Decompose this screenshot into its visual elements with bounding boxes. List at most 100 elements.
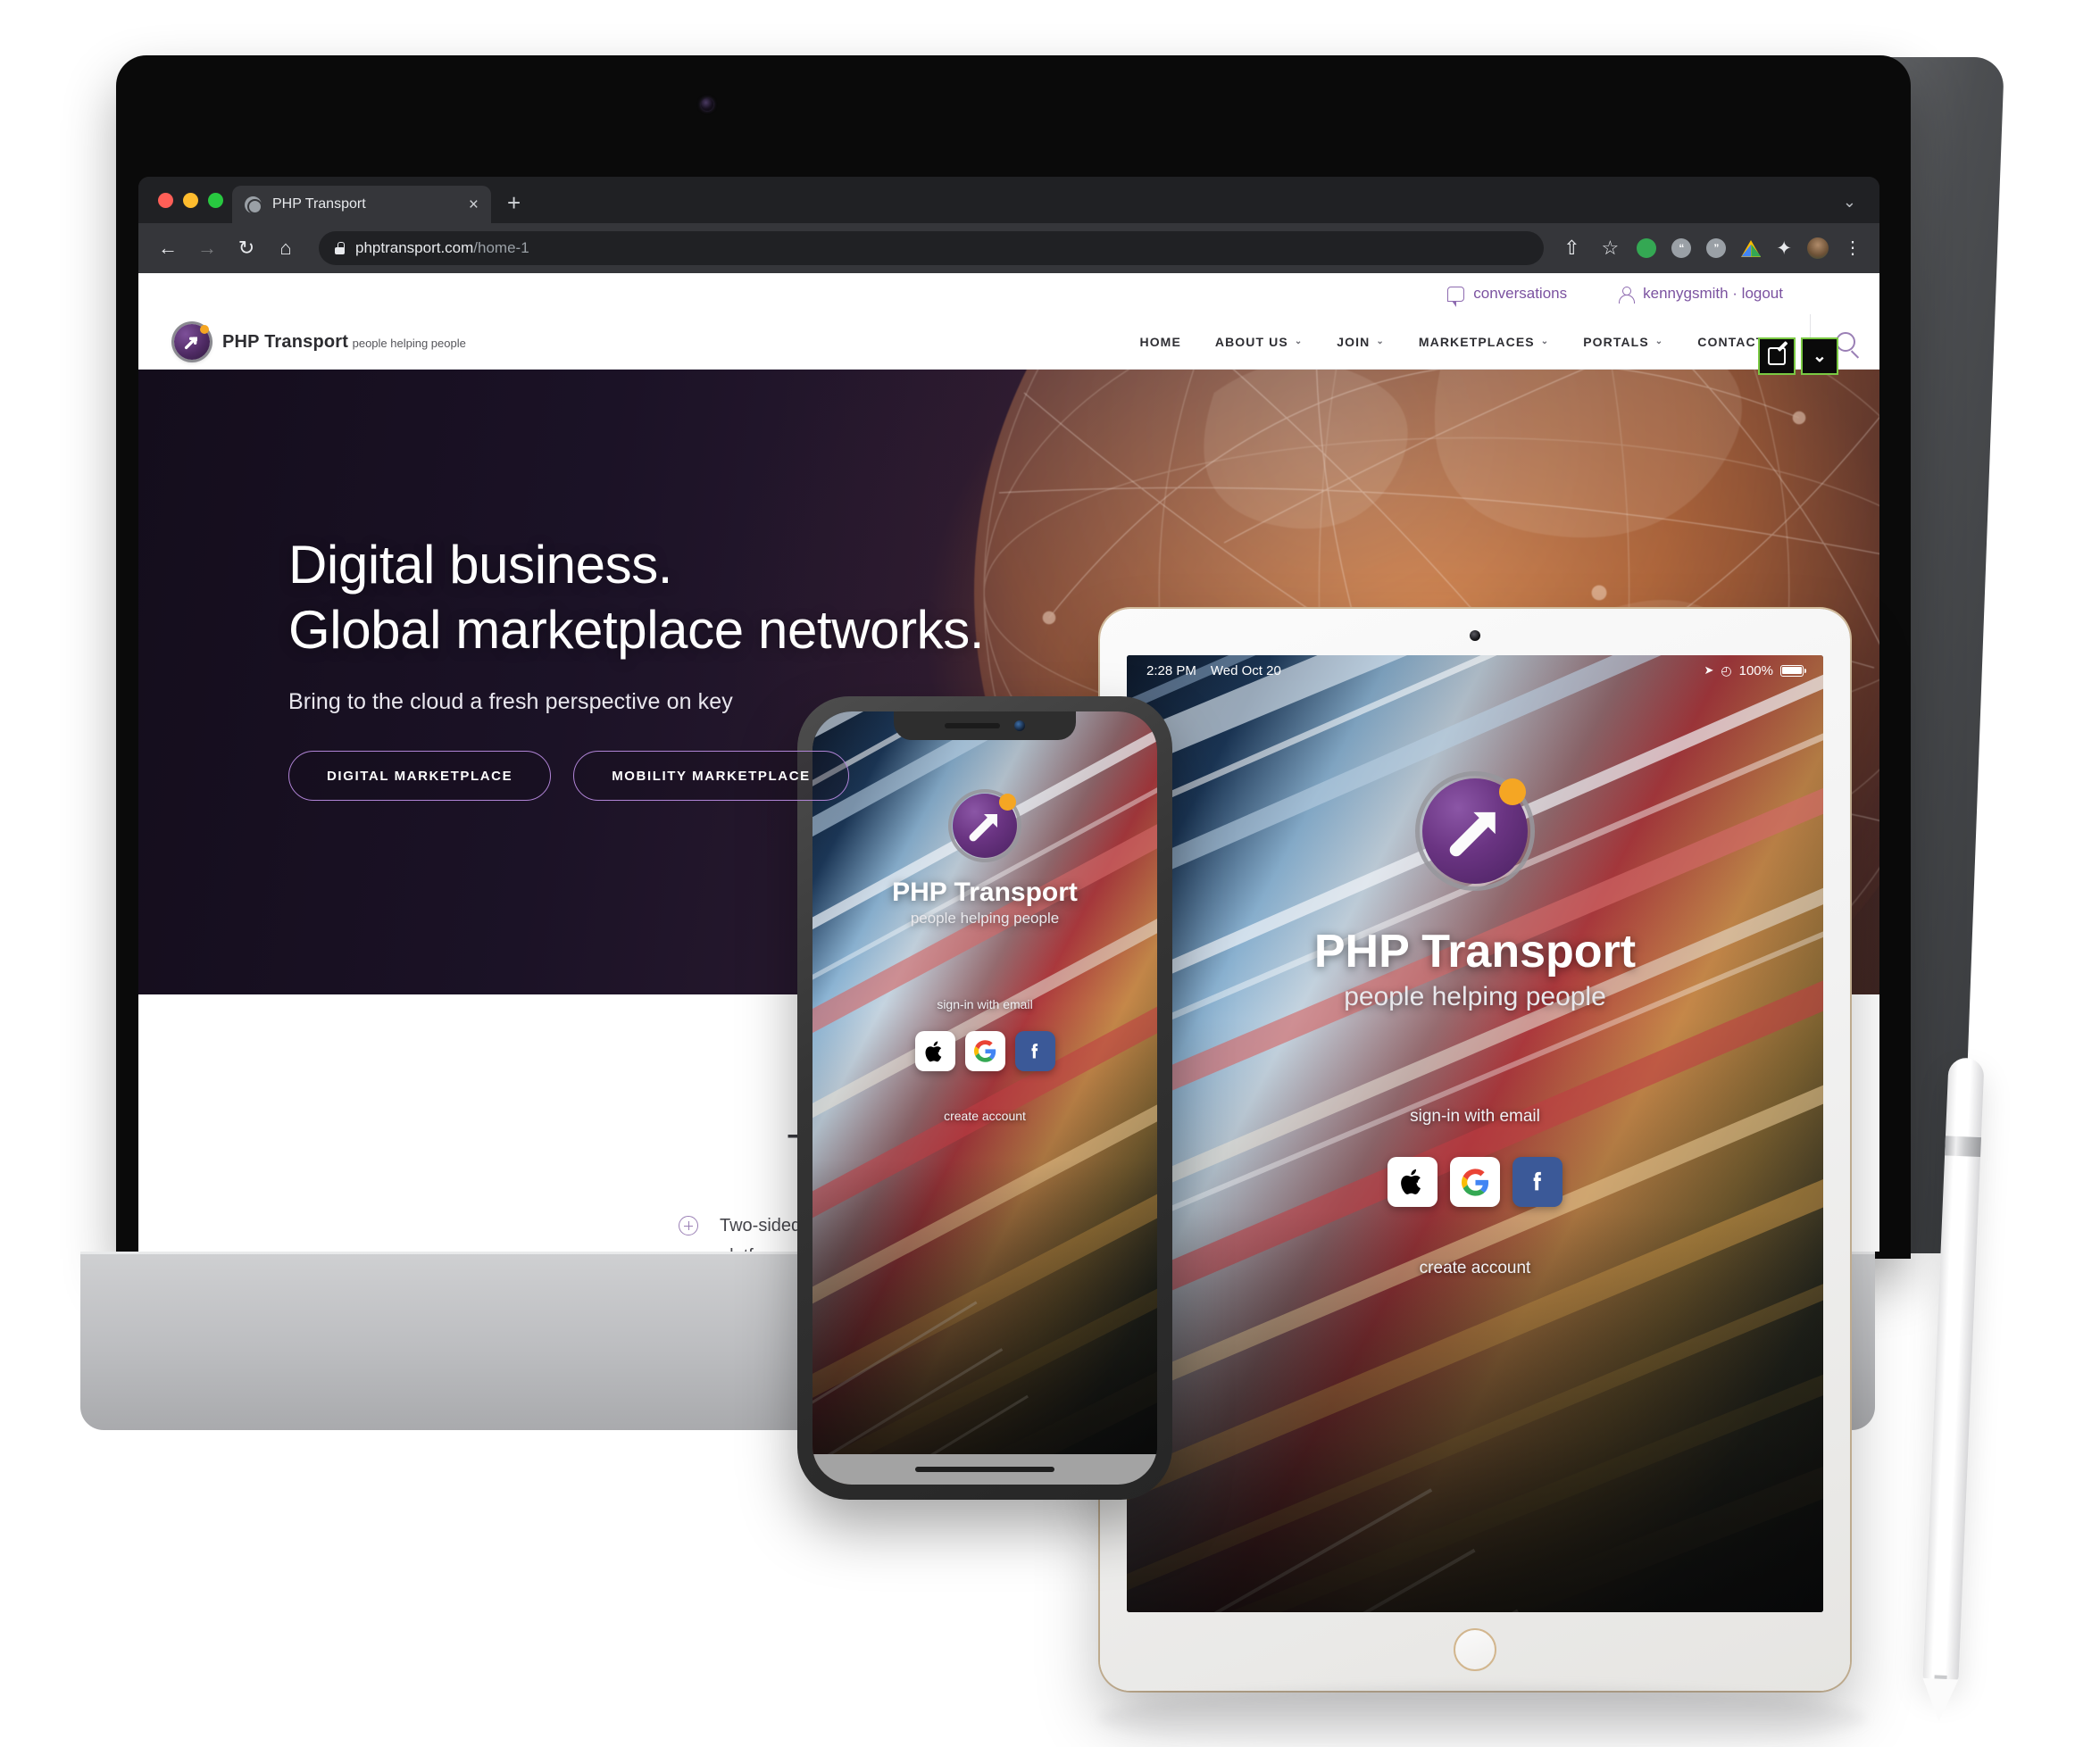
edit-pencil-square-icon [1768, 347, 1786, 365]
pencil-band [1945, 1136, 1981, 1158]
plus-circle-icon [679, 1216, 698, 1235]
app-splash-screen-tablet: 2:28 PM Wed Oct 20 ➤ ◴ 100% PHP Transpor… [1127, 655, 1823, 1612]
chevron-down-icon: ⌄ [1654, 337, 1664, 346]
main-navigation: HOME ABOUT US ⌄ JOIN ⌄ MARKETPLACES ⌄ PORTA… [1139, 335, 1810, 349]
wifi-icon: ◴ [1721, 662, 1732, 678]
facebook-icon [1533, 1171, 1541, 1191]
chevron-down-icon[interactable]: ⌄ [1843, 193, 1856, 212]
brand-tagline: people helping people [352, 336, 466, 350]
sign-in-with-email-link[interactable]: sign-in with email [937, 997, 1032, 1011]
arrow-glyph [184, 337, 197, 349]
globe-icon [245, 195, 262, 214]
browser-omnibox-bar: ← → ↻ ⌂ phptransport.com/home-1 ⇧ ☆ “ ” [138, 223, 1879, 273]
facebook-signin-button[interactable] [1014, 1031, 1055, 1071]
nav-label: MARKETPLACES [1418, 334, 1535, 349]
nav-item-portals[interactable]: PORTALS ⌄ [1583, 335, 1663, 349]
back-icon[interactable]: ← [156, 238, 179, 258]
new-tab-button[interactable]: + [507, 191, 521, 214]
nav-label: HOME [1139, 334, 1181, 349]
status-time: 2:28 PM [1146, 662, 1196, 678]
arrow-glyph [1449, 811, 1496, 857]
facebook-signin-button[interactable] [1512, 1157, 1562, 1207]
google-icon [973, 1040, 996, 1062]
status-date: Wed Oct 20 [1210, 662, 1281, 678]
scene: PHP Transport × + ⌄ ← → ↻ ⌂ phptransport… [0, 0, 2100, 1747]
edit-options-dropdown-button[interactable]: ⌄ [1801, 337, 1838, 375]
hero-heading: Digital business. Global marketplace net… [288, 532, 985, 662]
extensions-puzzle-icon[interactable]: ✦ [1776, 237, 1792, 260]
brand-logo-link[interactable]: PHP Transport people helping people [138, 323, 466, 360]
facebook-icon [1031, 1043, 1038, 1058]
reload-icon[interactable]: ↻ [235, 238, 258, 258]
pencil-tip [1921, 1677, 1959, 1723]
maximize-window-button[interactable] [208, 192, 223, 208]
close-icon[interactable]: × [469, 196, 479, 213]
battery-icon [1780, 664, 1806, 677]
conversations-link[interactable]: conversations [1447, 285, 1568, 307]
nav-item-about-us[interactable]: ABOUT US ⌄ [1215, 335, 1303, 349]
mobility-marketplace-button[interactable]: MOBILITY MARKETPLACE [573, 751, 849, 802]
forward-icon[interactable]: → [196, 238, 219, 258]
chevron-down-icon: ⌄ [1376, 337, 1385, 346]
social-signin-buttons [1388, 1157, 1562, 1207]
nav-label: PORTALS [1583, 334, 1649, 349]
browser-tab[interactable]: PHP Transport × [232, 186, 491, 223]
url-text: phptransport.com/home-1 [355, 239, 529, 257]
chevron-down-icon: ⌄ [1294, 337, 1304, 346]
google-drive-icon[interactable] [1741, 239, 1762, 257]
sign-in-with-email-link[interactable]: sign-in with email [1410, 1107, 1540, 1127]
location-arrow-icon: ➤ [1704, 663, 1714, 677]
apple-signin-button[interactable] [914, 1031, 955, 1071]
conversations-label: conversations [1473, 285, 1568, 302]
create-account-link[interactable]: create account [1420, 1259, 1531, 1278]
address-bar[interactable]: phptransport.com/home-1 [319, 231, 1545, 265]
browser-toolbar-icons: ⇧ ☆ “ ” ✦ ⋮ [1560, 237, 1862, 260]
quote-bubble-extension-icon[interactable]: “ [1671, 238, 1692, 258]
apple-icon [925, 1041, 942, 1061]
brand-text: PHP Transport people helping people [222, 332, 466, 352]
nav-label: ABOUT US [1214, 334, 1288, 349]
create-account-link[interactable]: create account [944, 1109, 1026, 1123]
app-tagline: people helping people [910, 910, 1060, 927]
conversations-icon [1447, 286, 1465, 307]
status-left: 2:28 PM Wed Oct 20 [1146, 663, 1281, 678]
nav-item-marketplaces[interactable]: MARKETPLACES ⌄ [1419, 335, 1549, 349]
status-right: ➤ ◴ 100% [1704, 662, 1806, 678]
google-signin-button[interactable] [1450, 1157, 1500, 1207]
apple-signin-button[interactable] [1388, 1157, 1438, 1207]
digital-marketplace-button[interactable]: DIGITAL MARKETPLACE [288, 751, 552, 802]
close-window-button[interactable] [158, 192, 173, 208]
app-splash-screen-phone: PHP Transport people helping people sign… [812, 711, 1157, 1485]
minimize-window-button[interactable] [183, 192, 198, 208]
url-path: /home-1 [473, 239, 529, 256]
ios-status-bar: 2:28 PM Wed Oct 20 ➤ ◴ 100% [1127, 655, 1823, 686]
nav-item-join[interactable]: JOIN ⌄ [1337, 335, 1385, 349]
profile-avatar-icon[interactable] [1807, 237, 1829, 259]
green-dot-extension-icon[interactable] [1637, 238, 1657, 258]
home-icon[interactable]: ⌂ [274, 238, 297, 258]
utility-bar: conversations kennygsmith · logout [138, 273, 1879, 314]
home-indicator[interactable] [915, 1467, 1054, 1472]
ipad-screen: 2:28 PM Wed Oct 20 ➤ ◴ 100% PHP Transpor… [1127, 655, 1823, 1612]
window-controls[interactable] [154, 177, 232, 223]
quote-extension-icon[interactable]: ” [1706, 238, 1727, 258]
nav-item-home[interactable]: HOME [1139, 335, 1180, 349]
site-navbar: PHP Transport people helping people HOME… [138, 313, 1879, 375]
browser-tab-strip: PHP Transport × + ⌄ [138, 177, 1879, 223]
app-tagline: people helping people [1344, 982, 1606, 1011]
chrome-menu-kebab-icon[interactable]: ⋮ [1844, 239, 1862, 257]
google-signin-button[interactable] [964, 1031, 1005, 1071]
app-splash-content-tablet: PHP Transport people helping people sign… [1127, 655, 1823, 1612]
account-logout-link[interactable]: kennygsmith · logout [1617, 285, 1783, 304]
social-signin-buttons [914, 1031, 1055, 1071]
home-button[interactable] [1454, 1628, 1496, 1671]
edit-pencil-square-button[interactable] [1758, 337, 1796, 375]
iphone-device: PHP Transport people helping people sign… [797, 696, 1172, 1500]
app-logo-icon [947, 788, 1022, 863]
webcam-icon [701, 98, 713, 111]
share-icon[interactable]: ⇧ [1560, 238, 1583, 258]
bookmark-star-icon[interactable]: ☆ [1598, 238, 1621, 258]
front-camera-icon [1014, 720, 1025, 731]
device-reflection [1098, 1687, 1866, 1747]
app-logo-icon [1414, 770, 1536, 892]
